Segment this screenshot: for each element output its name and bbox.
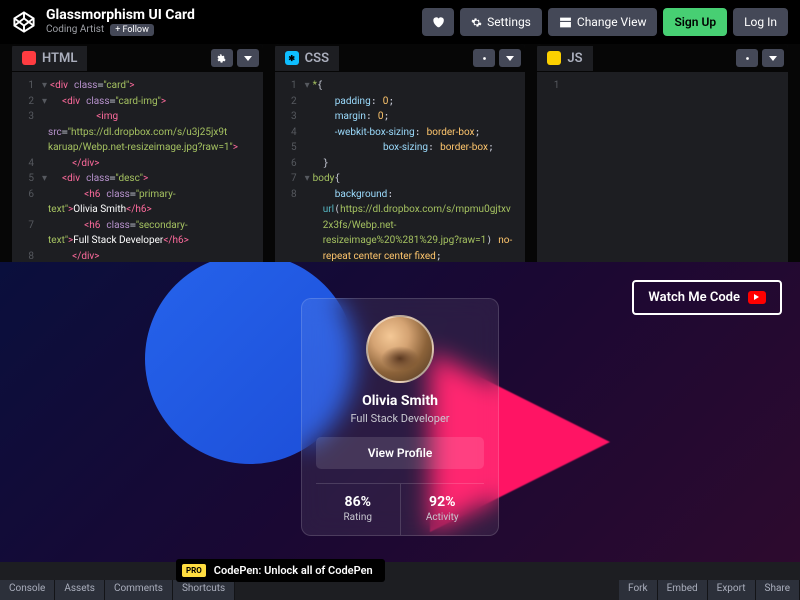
signup-button[interactable]: Sign Up [663, 8, 727, 36]
fork-tab[interactable]: Fork [619, 580, 658, 600]
js-code-area[interactable]: 1 [537, 72, 788, 262]
youtube-icon [748, 291, 766, 304]
author-name[interactable]: Coding Artist [46, 24, 104, 35]
view-profile-button[interactable]: View Profile [316, 437, 484, 469]
export-tab[interactable]: Export [708, 580, 756, 600]
embed-tab[interactable]: Embed [658, 580, 708, 600]
css-code-area[interactable]: 1▾*{ 2 padding: 0; 3 margin: 0; 4 -webki… [275, 72, 526, 262]
html-editor: HTML 1▾<div class="card"> 2▾ <div class=… [12, 44, 263, 262]
html-settings-button[interactable] [211, 49, 233, 67]
html-code-area[interactable]: 1▾<div class="card"> 2▾ <div class="card… [12, 72, 263, 262]
pro-badge: PRO [182, 564, 206, 577]
js-chevron-button[interactable] [762, 49, 784, 67]
settings-button[interactable]: Settings [460, 8, 542, 36]
stat-label: Activity [405, 512, 481, 523]
html-tab[interactable]: HTML [12, 46, 87, 71]
watch-label: Watch Me Code [648, 290, 740, 305]
follow-button[interactable]: + Follow [110, 24, 154, 36]
css-tab-label: CSS [305, 51, 329, 66]
codepen-logo-icon[interactable] [12, 10, 36, 34]
card-role: Full Stack Developer [316, 412, 484, 425]
share-tab[interactable]: Share [756, 580, 800, 600]
chevron-down-icon [244, 56, 252, 61]
html-tab-label: HTML [42, 51, 77, 66]
css-settings-button[interactable] [473, 49, 495, 67]
gear-icon [479, 53, 490, 64]
css-chevron-button[interactable] [499, 49, 521, 67]
glassmorphism-card: Olivia Smith Full Stack Developer View P… [301, 298, 499, 536]
css-tab[interactable]: ✱ CSS [275, 46, 339, 71]
css-badge-icon: ✱ [285, 51, 299, 65]
html-badge-icon [22, 51, 36, 65]
change-view-button[interactable]: Change View [548, 8, 658, 36]
gear-icon [216, 53, 227, 64]
change-view-label: Change View [577, 15, 647, 29]
js-settings-button[interactable] [736, 49, 758, 67]
pen-title[interactable]: Glassmorphism UI Card [46, 8, 422, 23]
console-tab[interactable]: Console [0, 580, 55, 600]
login-button[interactable]: Log In [733, 8, 788, 36]
shortcuts-tab[interactable]: Shortcuts [173, 580, 235, 600]
stat-rating: 86% Rating [316, 484, 401, 535]
preview-pane: Watch Me Code Olivia Smith Full Stack De… [0, 262, 800, 562]
css-editor: ✱ CSS 1▾*{ 2 padding: 0; 3 margin: 0; 4 … [275, 44, 526, 262]
gear-icon [742, 53, 753, 64]
assets-tab[interactable]: Assets [55, 580, 105, 600]
chevron-down-icon [769, 56, 777, 61]
heart-icon [431, 15, 445, 29]
promo-text: CodePen: Unlock all of CodePen [214, 564, 373, 577]
settings-label: Settings [487, 15, 531, 29]
card-name: Olivia Smith [316, 393, 484, 409]
js-tab-label: JS [567, 51, 582, 66]
html-chevron-button[interactable] [237, 49, 259, 67]
stat-activity: 92% Activity [401, 484, 485, 535]
js-badge-icon [547, 51, 561, 65]
heart-button[interactable] [422, 8, 454, 36]
avatar [366, 315, 434, 383]
gear-icon [471, 17, 482, 28]
stat-value: 86% [320, 494, 396, 510]
promo-banner[interactable]: PRO CodePen: Unlock all of CodePen [176, 559, 385, 582]
stat-label: Rating [320, 512, 396, 523]
chevron-down-icon [506, 56, 514, 61]
watch-me-code-button[interactable]: Watch Me Code [632, 280, 782, 315]
stat-value: 92% [405, 494, 481, 510]
js-editor: JS 1 [537, 44, 788, 262]
js-tab[interactable]: JS [537, 46, 592, 71]
layout-icon [559, 16, 572, 29]
comments-tab[interactable]: Comments [105, 580, 173, 600]
